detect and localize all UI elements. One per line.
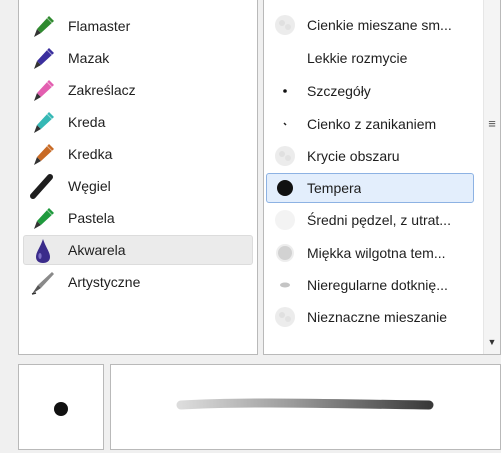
brush-label: Średni pędzel, z utrat... <box>307 212 451 228</box>
brush-preview-icon <box>277 180 293 196</box>
tool-item[interactable]: Kredka <box>23 139 253 169</box>
tool-icon-wrap <box>26 139 60 169</box>
brush-label: Szczegóły <box>307 83 371 99</box>
kreda-icon <box>34 112 54 133</box>
brush-preview-icon <box>270 44 300 72</box>
brush-label: Nieregularne dotknię... <box>307 277 448 293</box>
tool-icon-wrap <box>26 11 60 41</box>
brush-preview <box>267 109 303 139</box>
tool-item[interactable]: Węgiel <box>23 171 253 201</box>
brush-preview <box>267 10 303 40</box>
tool-icon-wrap <box>26 75 60 105</box>
tool-icon-wrap <box>26 43 60 73</box>
brush-label: Cienkie mieszane sm... <box>307 17 452 33</box>
tool-icon-wrap <box>26 171 60 201</box>
brush-preview-icon <box>276 244 294 262</box>
tool-icon-wrap <box>26 267 60 297</box>
mazak-icon <box>34 48 54 69</box>
brush-preview-icon <box>283 122 287 126</box>
brush-item[interactable]: Tempera <box>266 173 474 203</box>
tool-label: Węgiel <box>68 178 111 194</box>
brush-preview <box>267 302 303 332</box>
brush-size-preview <box>18 364 104 450</box>
tool-label: Flamaster <box>68 18 131 34</box>
brush-preview-icon <box>275 210 295 230</box>
tool-item[interactable]: Mazak <box>23 43 253 73</box>
brush-preview-icon <box>283 89 287 93</box>
tool-label: Mazak <box>68 50 110 66</box>
brush-preview-icon <box>275 307 295 327</box>
brush-label: Tempera <box>307 180 362 196</box>
brush-preview <box>267 141 303 171</box>
brush-item[interactable]: Cienkie mieszane sm... <box>266 10 474 40</box>
brush-label: Cienko z zanikaniem <box>307 116 437 132</box>
scrollbar-thumb[interactable]: ≡ <box>486 107 498 139</box>
brush-dot-icon <box>54 402 68 416</box>
brush-item[interactable]: Średni pędzel, z utrat... <box>266 205 474 235</box>
tool-item[interactable]: Artystyczne <box>23 267 253 297</box>
flamaster-icon <box>34 16 54 37</box>
brush-preview <box>267 173 303 203</box>
tool-label: Pastela <box>68 210 115 226</box>
grip-lines-icon: ≡ <box>488 115 496 131</box>
tool-list: Flamaster Mazak Zakreślacz Kreda Kredka Węgie… <box>18 0 258 355</box>
brush-item[interactable]: Krycie obszaru <box>266 141 474 171</box>
akwarela-icon <box>36 239 50 263</box>
brush-item[interactable]: Lekkie rozmycie <box>266 43 474 73</box>
tool-icon-wrap <box>26 203 60 233</box>
kredka-icon <box>34 144 54 165</box>
brush-item[interactable]: Nieznaczne mieszanie <box>266 302 474 332</box>
brush-preview-icon <box>280 282 290 288</box>
tool-label: Kredka <box>68 146 113 162</box>
pastela-icon <box>34 208 54 229</box>
tool-label: Zakreślacz <box>68 82 136 98</box>
stroke-preview-image <box>176 398 434 410</box>
tool-item[interactable]: Zakreślacz <box>23 75 253 105</box>
tool-icon-wrap <box>26 107 60 137</box>
brush-preview <box>267 205 303 235</box>
brush-preview-icon <box>275 15 295 35</box>
tool-item[interactable]: Kreda <box>23 107 253 137</box>
tool-label: Kreda <box>68 114 106 130</box>
vertical-scrollbar[interactable]: ≡ ▼ <box>483 0 500 354</box>
brush-label: Krycie obszaru <box>307 148 400 164</box>
wegiel-icon <box>30 174 53 199</box>
tool-label: Akwarela <box>68 242 126 258</box>
brush-item[interactable]: Cienko z zanikaniem <box>266 109 474 139</box>
brush-item[interactable]: Miękka wilgotna tem... <box>266 238 474 268</box>
stroke-preview <box>110 364 501 450</box>
tool-item[interactable]: Akwarela <box>23 235 253 265</box>
brush-preview-icon <box>275 146 295 166</box>
scroll-down-button[interactable]: ▼ <box>484 336 500 348</box>
tool-label: Artystyczne <box>68 274 141 290</box>
artystyczne-icon <box>31 272 54 295</box>
tool-icon-wrap <box>26 235 60 265</box>
brush-label: Lekkie rozmycie <box>307 50 408 66</box>
brush-preview <box>267 76 303 106</box>
brush-item[interactable]: Nieregularne dotknię... <box>266 270 474 300</box>
tool-item[interactable]: Flamaster <box>23 11 253 41</box>
tool-item[interactable]: Pastela <box>23 203 253 233</box>
brush-label: Miękka wilgotna tem... <box>307 245 446 261</box>
brush-list: Cienkie mieszane sm... Lekkie rozmycie Szc… <box>263 0 501 355</box>
brush-preview <box>267 238 303 268</box>
brush-preview <box>267 43 303 73</box>
zakreslacz-icon <box>34 80 54 101</box>
brush-item[interactable]: Szczegóły <box>266 76 474 106</box>
brush-label: Nieznaczne mieszanie <box>307 309 448 325</box>
brush-preview <box>267 270 303 300</box>
